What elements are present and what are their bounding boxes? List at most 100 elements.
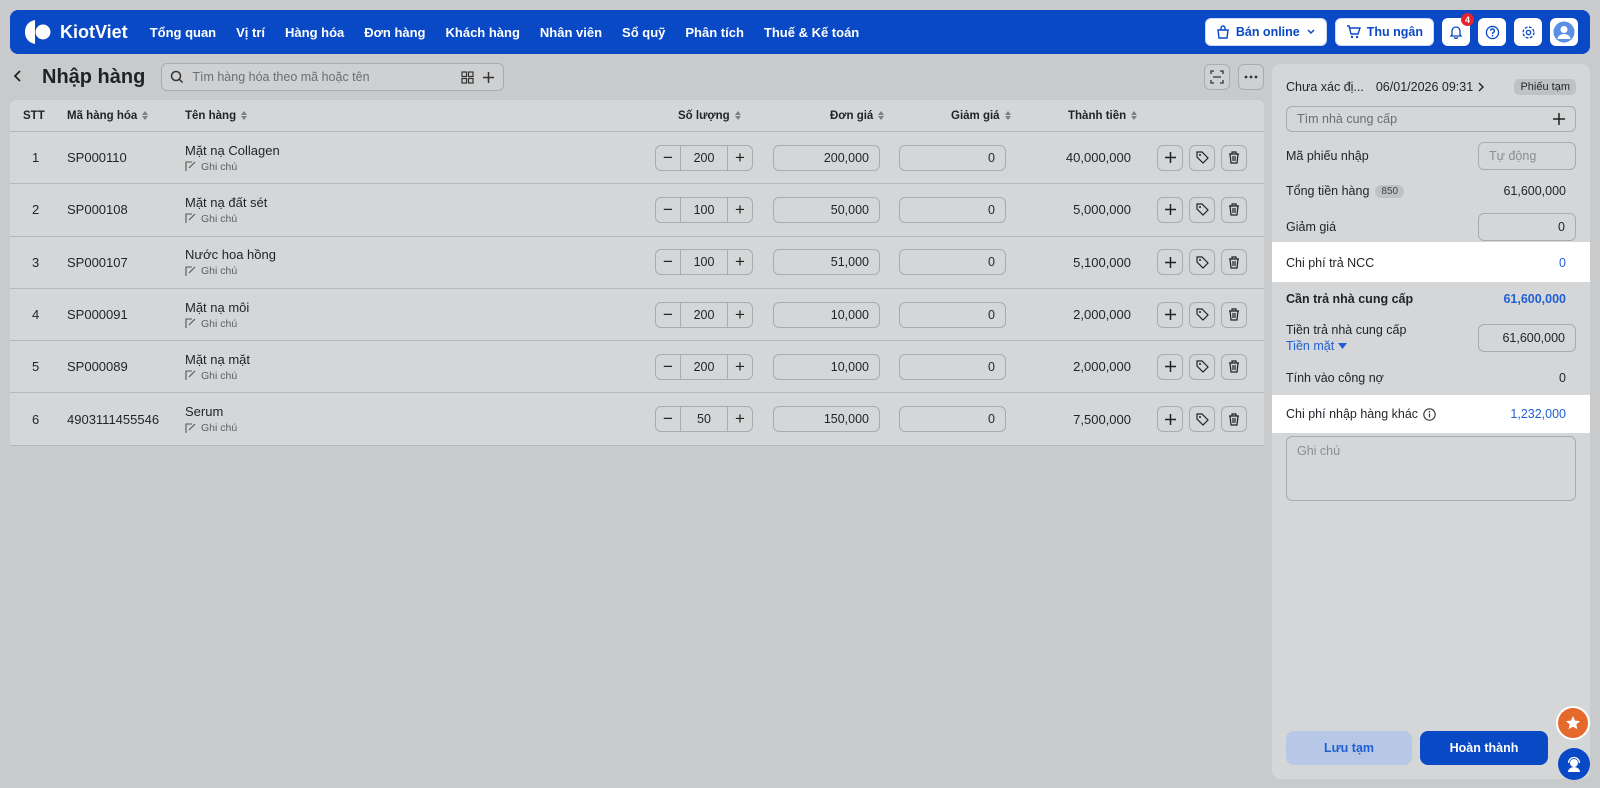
paid-amount-input[interactable]: 61,600,000 [1478, 324, 1576, 352]
back-arrow-icon[interactable] [12, 67, 30, 88]
receipt-datetime[interactable]: 06/01/2026 09:31 [1376, 80, 1473, 94]
unit-price-input[interactable]: 10,000 [773, 353, 880, 380]
nav-item-cashbook[interactable]: Sổ quỹ [622, 25, 665, 40]
price-tag-button[interactable] [1189, 406, 1215, 433]
branch-label[interactable]: Chưa xác đị... [1286, 80, 1364, 94]
discount-input[interactable]: 0 [899, 249, 1006, 276]
unit-price-input[interactable]: 200,000 [773, 144, 880, 171]
price-tag-button[interactable] [1189, 353, 1215, 380]
discount-input[interactable]: 0 [899, 301, 1006, 328]
unit-price-input[interactable]: 50,000 [773, 196, 880, 223]
discount-input[interactable]: 0 [899, 196, 1006, 223]
payment-method-dropdown[interactable]: Tiền mặt [1286, 339, 1406, 353]
add-row-button[interactable] [1157, 353, 1183, 380]
increment-button[interactable]: + [728, 198, 752, 222]
nav-item-orders[interactable]: Đơn hàng [364, 25, 425, 40]
row-note-link[interactable]: Ghi chú [185, 370, 237, 382]
unit-price-input[interactable]: 51,000 [773, 249, 880, 276]
settings-button[interactable] [1514, 18, 1542, 46]
sell-online-button[interactable]: Bán online [1204, 18, 1327, 46]
delete-row-button[interactable] [1221, 144, 1247, 171]
delete-row-button[interactable] [1221, 196, 1247, 223]
increment-button[interactable]: + [728, 146, 752, 170]
nav-item-location[interactable]: Vị trí [236, 25, 265, 40]
col-header-price[interactable]: Đơn giá [830, 110, 885, 122]
product-search-box[interactable]: Tìm hàng hóa theo mã hoặc tên [161, 63, 505, 91]
barcode-scan-button[interactable] [1204, 64, 1230, 90]
add-row-button[interactable] [1157, 144, 1183, 171]
decrement-button[interactable]: − [656, 355, 680, 379]
help-button[interactable] [1478, 18, 1506, 46]
row-note-link[interactable]: Ghi chú [185, 265, 237, 277]
nav-item-overview[interactable]: Tổng quan [150, 25, 216, 40]
price-tag-button[interactable] [1189, 301, 1215, 328]
complete-button[interactable]: Hoàn thành [1420, 731, 1548, 765]
discount-input[interactable]: 0 [899, 406, 1006, 433]
nav-item-customers[interactable]: Khách hàng [446, 25, 520, 40]
quantity-input[interactable]: 200 [680, 302, 728, 327]
add-row-button[interactable] [1157, 196, 1183, 223]
col-header-qty[interactable]: Số lượng [678, 110, 741, 122]
save-draft-button[interactable]: Lưu tạm [1286, 731, 1412, 765]
increment-button[interactable]: + [728, 407, 752, 431]
chevron-right-icon[interactable] [1477, 82, 1485, 92]
price-tag-button[interactable] [1189, 249, 1215, 276]
more-options-button[interactable] [1238, 64, 1264, 90]
increment-button[interactable]: + [728, 303, 752, 327]
col-header-discount[interactable]: Giảm giá [951, 110, 1011, 122]
col-header-code[interactable]: Mã hàng hóa [67, 110, 149, 122]
decrement-button[interactable]: − [656, 303, 680, 327]
note-textarea[interactable]: Ghi chú [1286, 436, 1576, 501]
grid-icon[interactable] [461, 70, 474, 84]
delete-row-button[interactable] [1221, 301, 1247, 328]
quantity-input[interactable]: 100 [680, 197, 728, 222]
info-icon[interactable] [1423, 407, 1436, 421]
increment-button[interactable]: + [728, 250, 752, 274]
col-header-name[interactable]: Tên hàng [185, 110, 248, 122]
quantity-input[interactable]: 50 [680, 407, 728, 432]
support-floating-button[interactable] [1558, 748, 1590, 780]
brand-logo[interactable]: KiotViet [22, 17, 128, 47]
decrement-button[interactable]: − [656, 250, 680, 274]
nav-item-staff[interactable]: Nhân viên [540, 25, 602, 40]
increment-button[interactable]: + [728, 355, 752, 379]
plus-icon[interactable] [1553, 113, 1565, 125]
decrement-button[interactable]: − [656, 407, 680, 431]
unit-price-input[interactable]: 150,000 [773, 406, 880, 433]
nav-item-tax-accounting[interactable]: Thuế & Kế toán [764, 25, 859, 40]
col-header-total[interactable]: Thành tiền [1068, 110, 1138, 122]
add-row-button[interactable] [1157, 406, 1183, 433]
row-note-link[interactable]: Ghi chú [185, 213, 237, 225]
decrement-button[interactable]: − [656, 198, 680, 222]
decrement-button[interactable]: − [656, 146, 680, 170]
plus-icon[interactable] [482, 71, 495, 84]
quantity-input[interactable]: 100 [680, 250, 728, 275]
quantity-input[interactable]: 200 [680, 145, 728, 170]
star-floating-button[interactable] [1556, 706, 1590, 740]
discount-input[interactable]: 0 [899, 353, 1006, 380]
row-note-link[interactable]: Ghi chú [185, 422, 237, 434]
receipt-code-input[interactable]: Tự động [1478, 142, 1576, 170]
supplier-search-input[interactable]: Tìm nhà cung cấp [1286, 106, 1576, 132]
ncc-fee-value[interactable]: 0 [1559, 256, 1576, 270]
search-input[interactable]: Tìm hàng hóa theo mã hoặc tên [192, 70, 453, 84]
unit-price-input[interactable]: 10,000 [773, 301, 880, 328]
discount-input[interactable]: 0 [899, 144, 1006, 171]
delete-row-button[interactable] [1221, 353, 1247, 380]
notification-button[interactable]: 4 [1442, 13, 1474, 46]
add-row-button[interactable] [1157, 301, 1183, 328]
cashier-button[interactable]: Thu ngân [1334, 18, 1434, 46]
price-tag-button[interactable] [1189, 196, 1215, 223]
quantity-input[interactable]: 200 [680, 354, 728, 379]
user-avatar[interactable] [1550, 18, 1578, 46]
row-note-link[interactable]: Ghi chú [185, 161, 237, 173]
other-cost-value[interactable]: 1,232,000 [1510, 407, 1576, 421]
delete-row-button[interactable] [1221, 249, 1247, 276]
nav-item-goods[interactable]: Hàng hóa [285, 25, 344, 40]
add-row-button[interactable] [1157, 249, 1183, 276]
delete-row-button[interactable] [1221, 406, 1247, 433]
discount-input[interactable]: 0 [1478, 213, 1576, 241]
price-tag-button[interactable] [1189, 144, 1215, 171]
nav-item-analytics[interactable]: Phân tích [685, 25, 744, 40]
row-note-link[interactable]: Ghi chú [185, 318, 237, 330]
